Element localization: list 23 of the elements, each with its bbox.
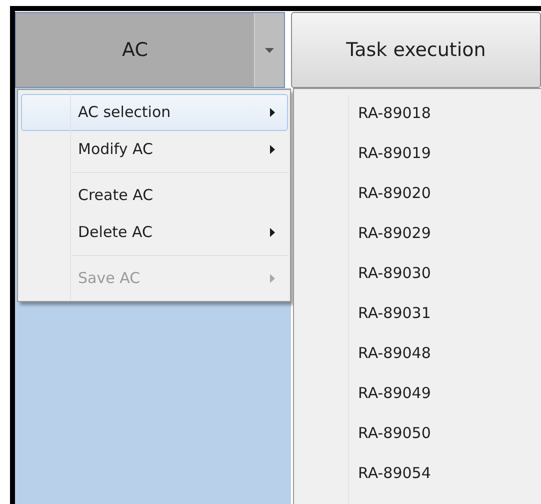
submenu-item[interactable]: RA-89020	[294, 173, 541, 213]
menu-item[interactable]: Modify AC	[21, 131, 288, 168]
submenu-arrow-icon	[270, 228, 275, 237]
submenu-arrow-icon	[270, 145, 275, 154]
submenu-item[interactable]: RA-89049	[294, 373, 541, 413]
submenu-item[interactable]: RA-89050	[294, 413, 541, 453]
submenu-item[interactable]: RA-89018	[294, 93, 541, 133]
menu-item[interactable]: Create AC	[21, 177, 288, 214]
caret-icon	[265, 48, 274, 52]
submenu-item[interactable]: RA-89030	[294, 253, 541, 293]
menu-item[interactable]: Delete AC	[21, 214, 288, 251]
dropdown-toggle[interactable]	[254, 13, 284, 87]
submenu-arrow-icon	[270, 108, 275, 117]
ac-split-button[interactable]: AC	[15, 12, 285, 88]
submenu-item[interactable]: RA-89054	[294, 453, 541, 493]
submenu-item[interactable]: RA-89019	[294, 133, 541, 173]
ac-button-label: AC	[121, 38, 149, 63]
submenu-item[interactable]: RA-89029	[294, 213, 541, 253]
submenu-item[interactable]: RA-89048	[294, 333, 541, 373]
submenu-arrow-icon	[270, 274, 275, 283]
task-execution-button[interactable]: Task execution	[291, 12, 541, 88]
submenu-item[interactable]: RA-89031	[294, 293, 541, 333]
menu-item[interactable]: AC selection	[21, 94, 288, 131]
